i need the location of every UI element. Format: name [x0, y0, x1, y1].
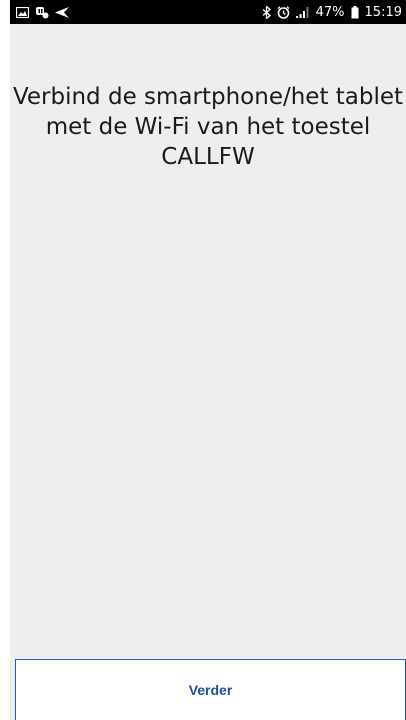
- instruction-line-3: CALLFW: [161, 144, 255, 170]
- instruction-line-2: met de Wi-Fi van het toestel: [45, 114, 371, 140]
- instruction-line-1: Verbind de smartphone/het tablet: [12, 84, 404, 110]
- send-icon: [55, 5, 69, 19]
- gallery-icon: [16, 5, 29, 19]
- status-bar-right: 47% 15:19: [262, 5, 402, 20]
- status-bar: 47% 15:19: [10, 0, 406, 24]
- next-button-label: Verder: [188, 682, 233, 698]
- instruction-message: Verbind de smartphone/het tablet met de …: [10, 82, 406, 172]
- phone-screen: 47% 15:19 Verbind de smartphone/het tabl…: [0, 0, 406, 720]
- signal-icon: [295, 5, 310, 19]
- status-bar-left: [16, 5, 69, 19]
- battery-icon: [351, 5, 359, 19]
- alarm-icon: [277, 5, 290, 19]
- status-time: 15:19: [364, 4, 402, 20]
- battery-percent: 47%: [315, 4, 345, 20]
- next-button[interactable]: Verder: [15, 659, 406, 720]
- bluetooth-icon: [262, 5, 271, 19]
- notification-icon: [35, 5, 49, 19]
